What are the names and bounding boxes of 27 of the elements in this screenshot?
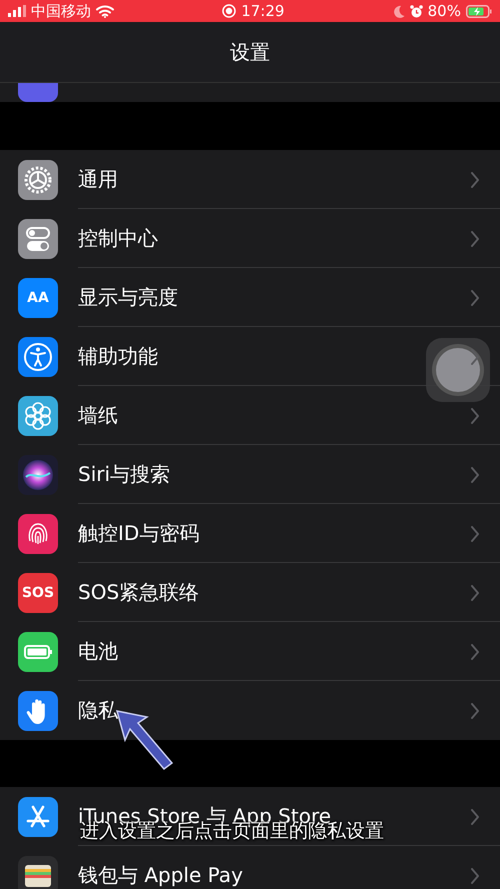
row-label: Siri与搜索 [78, 461, 172, 488]
row-label: 钱包与 Apple Pay [78, 862, 244, 889]
settings-row[interactable]: SOS SOS紧急联络 [0, 563, 500, 622]
row-label: 通用 [78, 166, 119, 193]
row-label: 触控ID与密码 [78, 520, 200, 547]
row-label: 墙纸 [78, 402, 119, 429]
page-title: 设置 [230, 38, 270, 66]
row-label: 电池 [78, 638, 119, 665]
emergency-icon: SOS [18, 572, 58, 612]
clock-time: 17:29 [241, 2, 284, 20]
settings-row[interactable]: 辅助功能 [0, 327, 500, 386]
row-label: 隐私 [78, 697, 119, 724]
row-label: SOS紧急联络 [78, 579, 200, 606]
carrier-name: 中国移动 [31, 2, 91, 20]
settings-row[interactable]: 触控ID与密码 [0, 504, 500, 563]
row-label: 辅助功能 [78, 343, 159, 370]
row-label: 显示与亮度 [78, 284, 179, 311]
settings-row[interactable]: 电池 [0, 622, 500, 681]
settings-row[interactable]: 控制中心 [0, 209, 500, 268]
settings-row[interactable]: AA 显示与亮度 [0, 268, 500, 327]
settings-row[interactable]: 钱包与 Apple Pay [0, 846, 500, 889]
battery-percent: 80% [428, 2, 461, 20]
text-size-icon: AA [18, 278, 58, 318]
settings-row[interactable]: 通用 [0, 150, 500, 209]
settings-row[interactable]: 墙纸 [0, 386, 500, 445]
row-label: 控制中心 [78, 225, 159, 252]
settings-row[interactable]: Siri与搜索 [0, 445, 500, 504]
